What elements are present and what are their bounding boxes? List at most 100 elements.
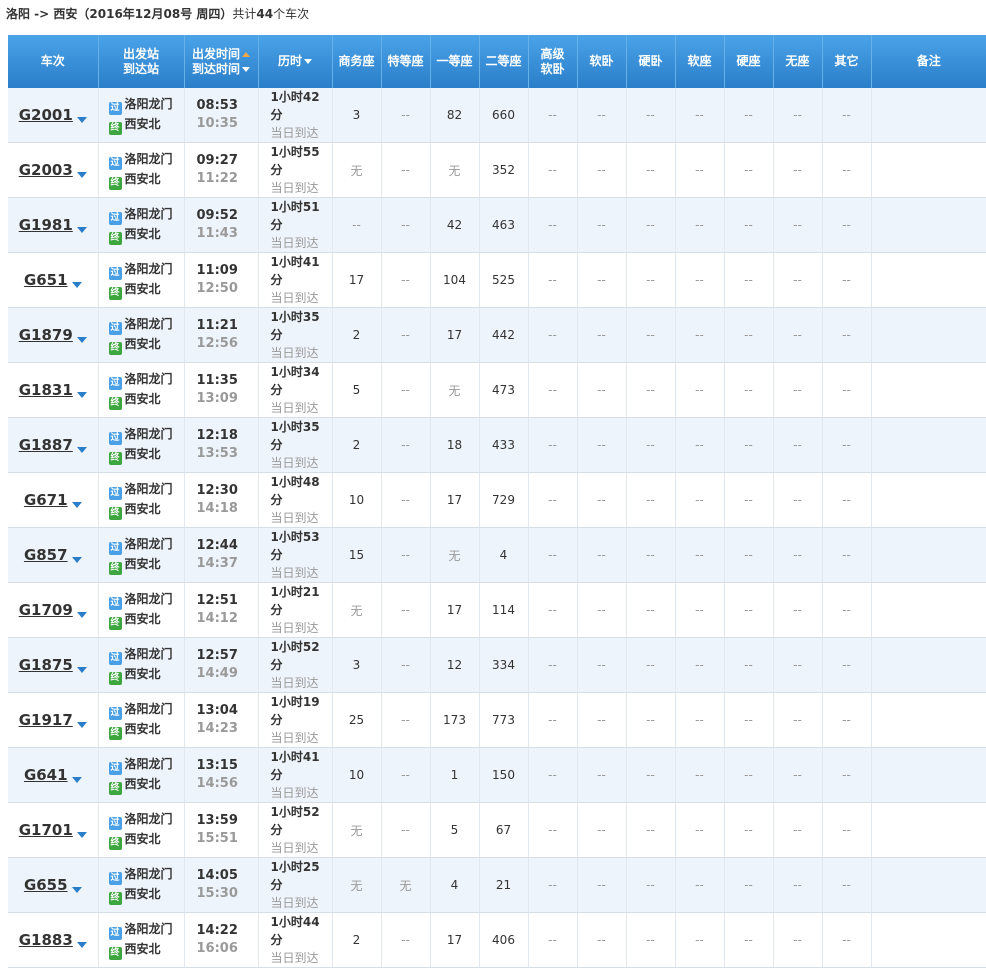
chevron-down-icon[interactable] xyxy=(76,942,87,948)
train-cell[interactable]: G1701 xyxy=(8,802,99,858)
seat-other: -- xyxy=(822,142,872,198)
train-number-link[interactable]: G1875 xyxy=(19,656,73,674)
chevron-down-icon[interactable] xyxy=(76,172,87,178)
train-number-link[interactable]: G1709 xyxy=(19,601,73,619)
from-station[interactable]: 洛阳龙门 xyxy=(125,97,173,111)
summary-suffix: 个车次 xyxy=(273,7,310,21)
train-number-link[interactable]: G1887 xyxy=(19,436,73,454)
from-station[interactable]: 洛阳龙门 xyxy=(125,592,173,606)
train-cell[interactable]: G1879 xyxy=(8,307,99,363)
train-cell[interactable]: G1917 xyxy=(8,692,99,748)
seat-no-seat: -- xyxy=(773,637,823,693)
from-station[interactable]: 洛阳龙门 xyxy=(125,922,173,936)
seat-special: 无 xyxy=(381,857,431,913)
chevron-down-icon[interactable] xyxy=(76,722,87,728)
train-cell[interactable]: G857 xyxy=(8,527,99,583)
to-station[interactable]: 西安北 xyxy=(125,612,161,626)
train-cell[interactable]: G1981 xyxy=(8,197,99,253)
chevron-down-icon[interactable] xyxy=(76,392,87,398)
from-station[interactable]: 洛阳龙门 xyxy=(125,867,173,881)
train-number-link[interactable]: G2003 xyxy=(19,161,73,179)
to-station[interactable]: 西安北 xyxy=(125,117,161,131)
chevron-down-icon[interactable] xyxy=(71,282,82,288)
train-cell[interactable]: G655 xyxy=(8,857,99,913)
chevron-down-icon[interactable] xyxy=(71,777,82,783)
train-cell[interactable]: G1883 xyxy=(8,912,99,968)
chevron-down-icon[interactable] xyxy=(76,447,87,453)
duration-cell: 1小时34分 当日到达 xyxy=(258,362,333,418)
train-number-link[interactable]: G655 xyxy=(24,876,68,894)
to-station[interactable]: 西安北 xyxy=(125,502,161,516)
train-number-link[interactable]: G1831 xyxy=(19,381,73,399)
seat-soft-sleeper: -- xyxy=(577,637,627,693)
col-times-sort[interactable]: 出发时间 到达时间 xyxy=(184,35,259,88)
from-station[interactable]: 洛阳龙门 xyxy=(125,427,173,441)
train-cell[interactable]: G2001 xyxy=(8,88,99,143)
chevron-down-icon[interactable] xyxy=(71,502,82,508)
to-station[interactable]: 西安北 xyxy=(125,722,161,736)
from-station[interactable]: 洛阳龙门 xyxy=(125,812,173,826)
duration-cell: 1小时52分 当日到达 xyxy=(258,637,333,693)
from-station[interactable]: 洛阳龙门 xyxy=(125,647,173,661)
to-station[interactable]: 西安北 xyxy=(125,392,161,406)
train-number-link[interactable]: G1701 xyxy=(19,821,73,839)
seat-second: 773 xyxy=(479,692,529,748)
from-station[interactable]: 洛阳龙门 xyxy=(125,757,173,771)
train-cell[interactable]: G2003 xyxy=(8,142,99,198)
to-station[interactable]: 西安北 xyxy=(125,667,161,681)
to-station[interactable]: 西安北 xyxy=(125,942,161,956)
chevron-down-icon[interactable] xyxy=(76,227,87,233)
train-number-link[interactable]: G1883 xyxy=(19,931,73,949)
train-number-link[interactable]: G1879 xyxy=(19,326,73,344)
train-number-link[interactable]: G641 xyxy=(24,766,68,784)
pass-station-icon: 过 xyxy=(108,487,122,500)
remark-cell xyxy=(871,88,986,143)
seat-soft-seat: -- xyxy=(675,912,725,968)
from-station[interactable]: 洛阳龙门 xyxy=(125,262,173,276)
chevron-down-icon[interactable] xyxy=(76,612,87,618)
train-cell[interactable]: G1887 xyxy=(8,417,99,473)
chevron-down-icon[interactable] xyxy=(71,557,82,563)
seat-hard-seat: -- xyxy=(724,472,774,528)
train-number-link[interactable]: G1917 xyxy=(19,711,73,729)
times-cell: 12:18 13:53 xyxy=(184,417,259,473)
to-station[interactable]: 西安北 xyxy=(125,777,161,791)
train-cell[interactable]: G1875 xyxy=(8,637,99,693)
from-station[interactable]: 洛阳龙门 xyxy=(125,152,173,166)
to-station[interactable]: 西安北 xyxy=(125,832,161,846)
to-station[interactable]: 西安北 xyxy=(125,172,161,186)
to-station[interactable]: 西安北 xyxy=(125,282,161,296)
chevron-down-icon[interactable] xyxy=(76,337,87,343)
from-station[interactable]: 洛阳龙门 xyxy=(125,317,173,331)
from-station[interactable]: 洛阳龙门 xyxy=(125,207,173,221)
train-number-link[interactable]: G671 xyxy=(24,491,68,509)
to-station[interactable]: 西安北 xyxy=(125,557,161,571)
col-duration-sort[interactable]: 历时 xyxy=(258,35,333,88)
chevron-down-icon[interactable] xyxy=(71,887,82,893)
times-cell: 09:52 11:43 xyxy=(184,197,259,253)
train-number-link[interactable]: G2001 xyxy=(19,106,73,124)
to-station[interactable]: 西安北 xyxy=(125,227,161,241)
train-cell[interactable]: G1831 xyxy=(8,362,99,418)
from-station[interactable]: 洛阳龙门 xyxy=(125,537,173,551)
chevron-down-icon[interactable] xyxy=(76,667,87,673)
train-number-link[interactable]: G1981 xyxy=(19,216,73,234)
to-station[interactable]: 西安北 xyxy=(125,337,161,351)
seat-special: -- xyxy=(381,582,431,638)
train-number-link[interactable]: G651 xyxy=(24,271,68,289)
chevron-down-icon[interactable] xyxy=(76,117,87,123)
to-station[interactable]: 西安北 xyxy=(125,887,161,901)
table-row: G1701 过洛阳龙门终西安北 13:59 15:51 1小时52分 当日到达无 -- 5 67… xyxy=(8,802,986,858)
train-cell[interactable]: G641 xyxy=(8,747,99,803)
train-number-link[interactable]: G857 xyxy=(24,546,68,564)
from-station[interactable]: 洛阳龙门 xyxy=(125,482,173,496)
seat-soft-seat: -- xyxy=(675,362,725,418)
train-cell[interactable]: G671 xyxy=(8,472,99,528)
to-station[interactable]: 西安北 xyxy=(125,447,161,461)
train-cell[interactable]: G1709 xyxy=(8,582,99,638)
sort-desc-icon xyxy=(304,59,312,64)
chevron-down-icon[interactable] xyxy=(76,832,87,838)
from-station[interactable]: 洛阳龙门 xyxy=(125,372,173,386)
from-station[interactable]: 洛阳龙门 xyxy=(125,702,173,716)
train-cell[interactable]: G651 xyxy=(8,252,99,308)
